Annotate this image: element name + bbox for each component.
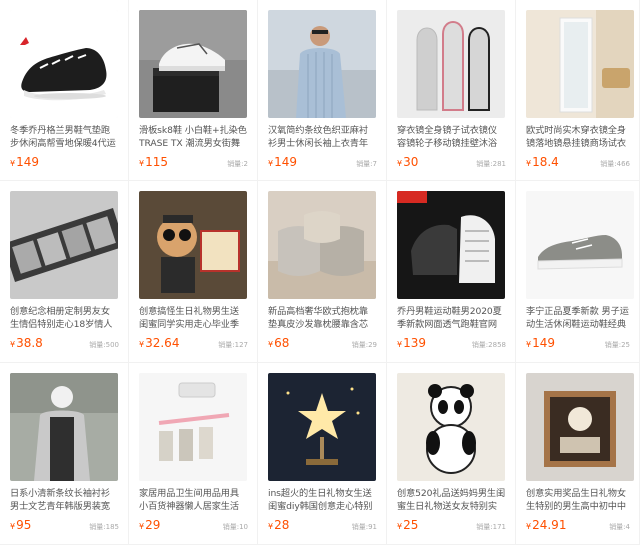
product-title[interactable]: 日系小清新条纹长袖衬衫男士文艺青年韩版男装宽松休闲衬衣男	[10, 487, 119, 513]
product-card[interactable]: 新品高档奢华欧式抱枕靠垫真皮沙发靠枕腰靠含芯大靠背抱枕套 ¥68 销量:29	[258, 181, 387, 363]
product-title[interactable]: ins超火的生日礼物女生送闺蜜diy韩国创意走心特别惊喜浪漫	[268, 487, 377, 513]
product-price: ¥95	[10, 518, 32, 532]
product-meta: ¥28 销量:91	[268, 518, 377, 534]
product-card[interactable]: 创意纪念相册定制男友女生情侣特别走心18岁情人抖音热门生 ¥38.8 销量:50…	[0, 181, 129, 363]
jordan-running-shoe-icon[interactable]	[397, 191, 505, 299]
product-card[interactable]: 穿衣镜全身镜子试衣镜仪容镜轮子移动镜挂壁沐浴镜简约现代经 ¥30 销量:281	[387, 0, 516, 181]
standing-mirror-icon[interactable]	[526, 10, 634, 118]
product-title[interactable]: 家居用品卫生间用品用具小百货神器懒人居家生活日用品实用小	[139, 487, 248, 513]
product-price: ¥28	[268, 518, 290, 532]
product-price: ¥29	[139, 518, 161, 532]
product-title[interactable]: 乔丹男鞋运动鞋男2020夏季新款网面透气跑鞋官网男士休闲跑	[397, 305, 506, 331]
product-price: ¥32.64	[139, 336, 180, 350]
panda-figurine-icon[interactable]	[397, 373, 505, 481]
product-meta: ¥139 销量:2858	[397, 336, 506, 352]
product-title[interactable]: 冬季乔丹格兰男鞋气垫跑步休闲高帮雪地保暖4代运动男加绒棉	[10, 124, 119, 150]
product-title[interactable]: 创意纪念相册定制男友女生情侣特别走心18岁情人抖音热门生	[10, 305, 119, 331]
funny-figurine-icon[interactable]	[139, 191, 247, 299]
product-card[interactable]: 创意实用奖品生日礼物女生特别的男生高中初中中学生闺蜜友情纪 ¥24.91 销量:…	[516, 363, 640, 545]
product-sales: 销量:466	[600, 160, 630, 168]
product-price: ¥149	[268, 155, 297, 169]
product-card[interactable]: ins超火的生日礼物女生送闺蜜diy韩国创意走心特别惊喜浪漫 ¥28 销量:91	[258, 363, 387, 545]
product-meta: ¥149 销量:7	[268, 155, 377, 171]
product-meta: ¥24.91 销量:4	[526, 518, 630, 534]
product-sales: 销量:7	[356, 160, 377, 168]
product-meta: ¥32.64 销量:127	[139, 336, 248, 352]
product-sales: 销量:171	[476, 523, 506, 531]
product-price: ¥68	[268, 336, 290, 350]
product-grid: 冬季乔丹格兰男鞋气垫跑步休闲高帮雪地保暖4代运动男加绒棉 ¥149 滑板sk8鞋…	[0, 0, 640, 545]
product-sales: 销量:185	[89, 523, 119, 531]
product-price: ¥149	[10, 155, 39, 169]
product-card[interactable]: 乔丹男鞋运动鞋男2020夏季新款网面透气跑鞋官网男士休闲跑 ¥139 销量:28…	[387, 181, 516, 363]
product-sales: 销量:10	[222, 523, 248, 531]
product-meta: ¥149	[10, 155, 119, 171]
product-meta: ¥25 销量:171	[397, 518, 506, 534]
satin-pillows-icon[interactable]	[268, 191, 376, 299]
wooden-gift-box-icon[interactable]	[526, 373, 634, 481]
product-price: ¥24.91	[526, 518, 567, 532]
product-meta: ¥115 销量:2	[139, 155, 248, 171]
product-title[interactable]: 创意搞怪生日礼物男生送闺蜜同学实用走心毕业季礼品送男朋友	[139, 305, 248, 331]
product-card[interactable]: 创意520礼品送妈妈男生闺蜜生日礼物送女友特别实用家居 ¥25 销量:171	[387, 363, 516, 545]
product-card[interactable]: 李宁正品夏季新款 男子运动生活休闲鞋运动鞋经典板鞋 ¥149 销量:25	[516, 181, 640, 363]
product-title[interactable]: 李宁正品夏季新款 男子运动生活休闲鞋运动鞋经典板鞋	[526, 305, 630, 331]
product-card[interactable]: 汉氧简约条纹色织亚麻衬衫男士休闲长袖上衣青年棉麻修身型衬 ¥149 销量:7	[258, 0, 387, 181]
product-sales: 销量:500	[89, 341, 119, 349]
masked-man-shirt-icon[interactable]	[10, 373, 118, 481]
skate-shoe-box-icon[interactable]	[139, 10, 247, 118]
product-title[interactable]: 汉氧简约条纹色织亚麻衬衫男士休闲长袖上衣青年棉麻修身型衬	[268, 124, 377, 150]
product-title[interactable]: 创意520礼品送妈妈男生闺蜜生日礼物送女友特别实用家居	[397, 487, 506, 513]
hanging-rack-icon[interactable]	[139, 373, 247, 481]
product-card[interactable]: 滑板sk8鞋 小白鞋+扎染色TRASE TX 潮流男女街舞帆布休 ¥115 销量…	[129, 0, 258, 181]
product-card[interactable]: 创意搞怪生日礼物男生送闺蜜同学实用走心毕业季礼品送男朋友 ¥32.64 销量:1…	[129, 181, 258, 363]
gray-sneaker-icon[interactable]	[526, 191, 634, 299]
product-sales: 销量:25	[604, 341, 630, 349]
product-meta: ¥18.4 销量:466	[526, 155, 630, 171]
product-meta: ¥95 销量:185	[10, 518, 119, 534]
product-price: ¥149	[526, 336, 555, 350]
arched-mirrors-icon[interactable]	[397, 10, 505, 118]
product-price: ¥25	[397, 518, 419, 532]
product-meta: ¥30 销量:281	[397, 155, 506, 171]
product-price: ¥18.4	[526, 155, 559, 169]
product-title[interactable]: 欧式时尚实木穿衣镜全身镜落地镜悬挂镜商场试衣镜试鞋镜大壁	[526, 124, 630, 150]
product-sales: 销量:2	[227, 160, 248, 168]
product-title[interactable]: 新品高档奢华欧式抱枕靠垫真皮沙发靠枕腰靠含芯大靠背抱枕套	[268, 305, 377, 331]
product-sales: 销量:29	[351, 341, 377, 349]
product-card[interactable]: 日系小清新条纹长袖衬衫男士文艺青年韩版男装宽松休闲衬衣男 ¥95 销量:185	[0, 363, 129, 545]
product-sales: 销量:4	[609, 523, 630, 531]
product-meta: ¥68 销量:29	[268, 336, 377, 352]
product-sales: 销量:127	[218, 341, 248, 349]
product-price: ¥38.8	[10, 336, 43, 350]
product-meta: ¥29 销量:10	[139, 518, 248, 534]
product-sales: 销量:2858	[471, 341, 506, 349]
product-title[interactable]: 滑板sk8鞋 小白鞋+扎染色TRASE TX 潮流男女街舞帆布休	[139, 124, 248, 150]
product-card[interactable]: 家居用品卫生间用品用具小百货神器懒人居家生活日用品实用小 ¥29 销量:10	[129, 363, 258, 545]
product-price: ¥139	[397, 336, 426, 350]
striped-shirt-model-icon[interactable]	[268, 10, 376, 118]
product-card[interactable]: 欧式时尚实木穿衣镜全身镜落地镜悬挂镜商场试衣镜试鞋镜大壁 ¥18.4 销量:46…	[516, 0, 640, 181]
product-card[interactable]: 冬季乔丹格兰男鞋气垫跑步休闲高帮雪地保暖4代运动男加绒棉 ¥149	[0, 0, 129, 181]
product-sales: 销量:91	[351, 523, 377, 531]
product-price: ¥30	[397, 155, 419, 169]
product-price: ¥115	[139, 155, 168, 169]
product-sales: 销量:281	[476, 160, 506, 168]
product-title[interactable]: 穿衣镜全身镜子试衣镜仪容镜轮子移动镜挂壁沐浴镜简约现代经	[397, 124, 506, 150]
black-sneaker-icon[interactable]	[10, 10, 118, 118]
product-meta: ¥38.8 销量:500	[10, 336, 119, 352]
photo-film-album-icon[interactable]	[10, 191, 118, 299]
product-title[interactable]: 创意实用奖品生日礼物女生特别的男生高中初中中学生闺蜜友情纪	[526, 487, 630, 513]
star-lamp-icon[interactable]	[268, 373, 376, 481]
product-meta: ¥149 销量:25	[526, 336, 630, 352]
